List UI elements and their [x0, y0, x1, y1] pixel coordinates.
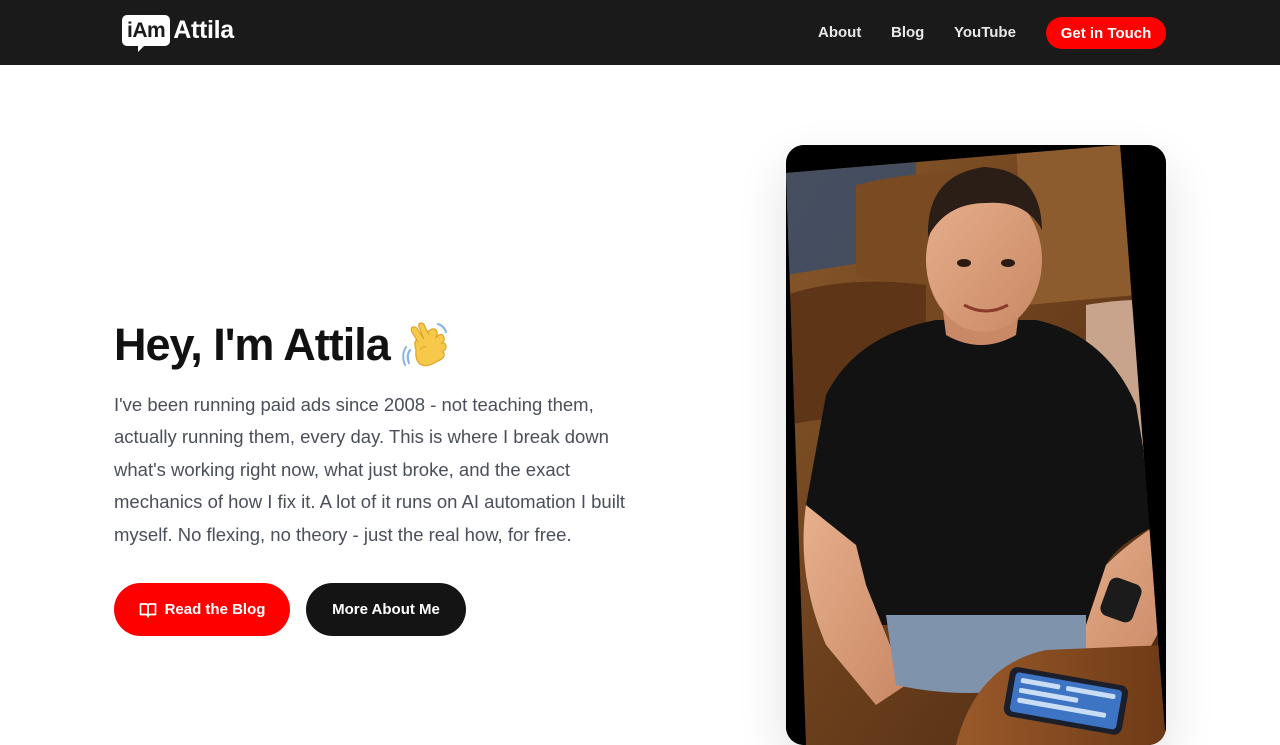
hero-title-text: Hey, I'm Attila: [114, 319, 391, 370]
nav-link-youtube[interactable]: YouTube: [954, 24, 1016, 42]
get-in-touch-label: Get in Touch: [1060, 24, 1152, 42]
read-the-blog-label: Read the Blog: [164, 601, 266, 618]
site-logo[interactable]: iAm Attila: [122, 15, 234, 52]
more-about-me-button[interactable]: More About Me: [306, 583, 466, 636]
read-the-blog-button[interactable]: Read the Blog: [114, 583, 290, 636]
waving-hand-icon: [402, 320, 450, 370]
get-in-touch-button[interactable]: Get in Touch: [1046, 17, 1166, 49]
logo-wordmark: Attila: [173, 16, 234, 44]
book-open-icon: [139, 601, 157, 619]
hero-title: Hey, I'm Attila: [114, 318, 450, 372]
more-about-me-label: More About Me: [332, 601, 440, 618]
nav-link-about[interactable]: About: [818, 24, 861, 42]
logo-badge: iAm: [122, 15, 171, 52]
hero-description: I've been running paid ads since 2008 - …: [114, 394, 626, 545]
profile-photo-card: [786, 145, 1166, 745]
top-navbar: iAm Attila About Blog YouTube Get in Tou…: [0, 0, 1280, 65]
profile-photo: [786, 145, 1166, 745]
nav-link-blog[interactable]: Blog: [891, 24, 924, 42]
